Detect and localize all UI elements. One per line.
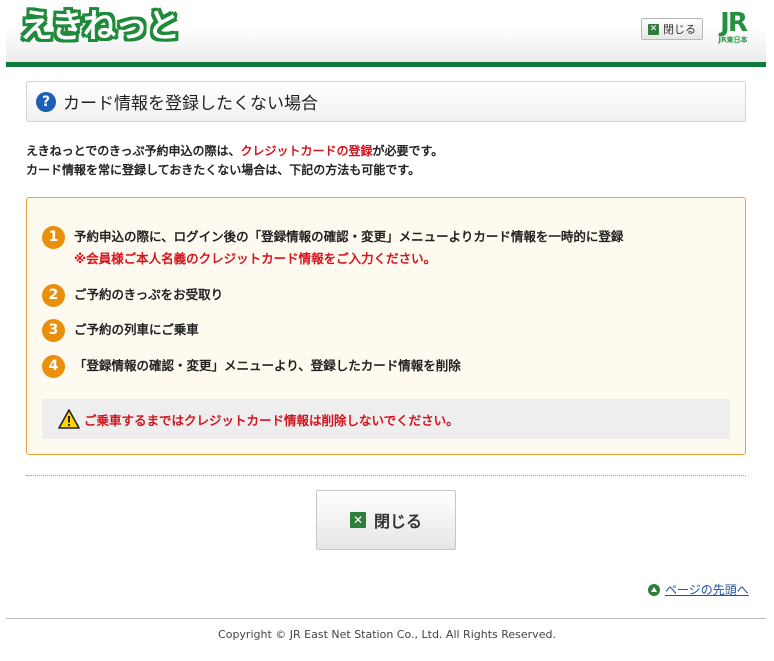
step-number-badge: 3	[42, 319, 65, 342]
intro-text: えきねっとでのきっぷ予約申込の際は、クレジットカードの登録が必要です。 カード情…	[26, 142, 746, 180]
step-number-badge: 4	[42, 355, 65, 378]
step-3-text: ご予約の列車にご乗車	[74, 322, 199, 337]
warning-text: ご乗車するまではクレジットカード情報は削除しないでください。	[84, 412, 459, 428]
close-icon: ✕	[349, 512, 366, 528]
close-button-label: 閉じる	[373, 512, 422, 531]
close-button[interactable]: ✕ 閉じる	[316, 490, 456, 550]
step-2: 2 ご予約のきっぷをお受取り	[42, 284, 223, 307]
step-3: 3 ご予約の列車にご乗車	[42, 319, 199, 342]
page-title: カード情報を登録したくない場合	[63, 94, 318, 114]
step-number-badge: 2	[42, 284, 65, 307]
warning-box: ご乗車するまではクレジットカード情報は削除しないでください。	[42, 399, 730, 439]
step-1-text: 予約申込の際に、ログイン後の「登録情報の確認・変更」メニューよりカード情報を一時…	[74, 229, 624, 244]
step-1: 1 予約申込の際に、ログイン後の「登録情報の確認・変更」メニューよりカード情報を…	[42, 226, 623, 270]
step-4-text: 「登録情報の確認・変更」メニューより、登録したカード情報を削除	[74, 358, 461, 373]
page-top-label: ページの先頭へ	[665, 583, 749, 597]
close-icon: ✕	[648, 23, 659, 35]
header-close-label: 閉じる	[663, 23, 696, 36]
step-number-badge: 1	[42, 226, 65, 249]
step-4: 4 「登録情報の確認・変更」メニューより、登録したカード情報を削除	[42, 355, 461, 378]
header-green-bar	[6, 62, 766, 67]
jr-logo-subtext: JR東日本	[718, 36, 748, 44]
ekinet-logo[interactable]: えきねっと	[20, 4, 180, 48]
page-title-box: ? カード情報を登録したくない場合	[26, 81, 746, 122]
steps-box: 1 予約申込の際に、ログイン後の「登録情報の確認・変更」メニューよりカード情報を…	[26, 197, 746, 455]
jr-logo-mark: JR	[720, 8, 748, 38]
page-top-link[interactable]: ページの先頭へ	[648, 581, 749, 598]
page: えきねっと ✕ 閉じる JR JR東日本 ? カード情報を登録したくない場合 え…	[0, 0, 774, 661]
arrow-up-icon	[648, 583, 660, 596]
copyright-text: Copyright © JR East Net Station Co., Ltd…	[218, 628, 556, 641]
footer-divider	[6, 618, 766, 619]
header-close-button[interactable]: ✕ 閉じる	[641, 18, 703, 40]
step-1-content: 予約申込の際に、ログイン後の「登録情報の確認・変更」メニューよりカード情報を一時…	[65, 226, 623, 270]
intro-line-2: カード情報を常に登録しておきたくない場合は、下記の方法も可能です。	[26, 163, 421, 177]
step-1-note: ※会員様ご本人名義のクレジットカード情報をご入力ください。	[74, 251, 437, 266]
intro-line-1-after: が必要です。	[372, 144, 444, 158]
intro-line-1: えきねっとでのきっぷ予約申込の際は、クレジットカードの登録が必要です。	[26, 142, 746, 161]
step-2-text: ご予約のきっぷをお受取り	[74, 287, 224, 302]
jr-east-logo: JR JR東日本	[710, 10, 756, 48]
intro-line-1-before: えきねっとでのきっぷ予約申込の際は、	[26, 144, 241, 158]
section-divider	[26, 475, 746, 476]
header: えきねっと ✕ 閉じる JR JR東日本	[6, 0, 766, 62]
question-icon: ?	[36, 91, 56, 112]
warning-triangle-icon	[58, 409, 80, 429]
intro-highlight: クレジットカードの登録	[240, 144, 373, 158]
